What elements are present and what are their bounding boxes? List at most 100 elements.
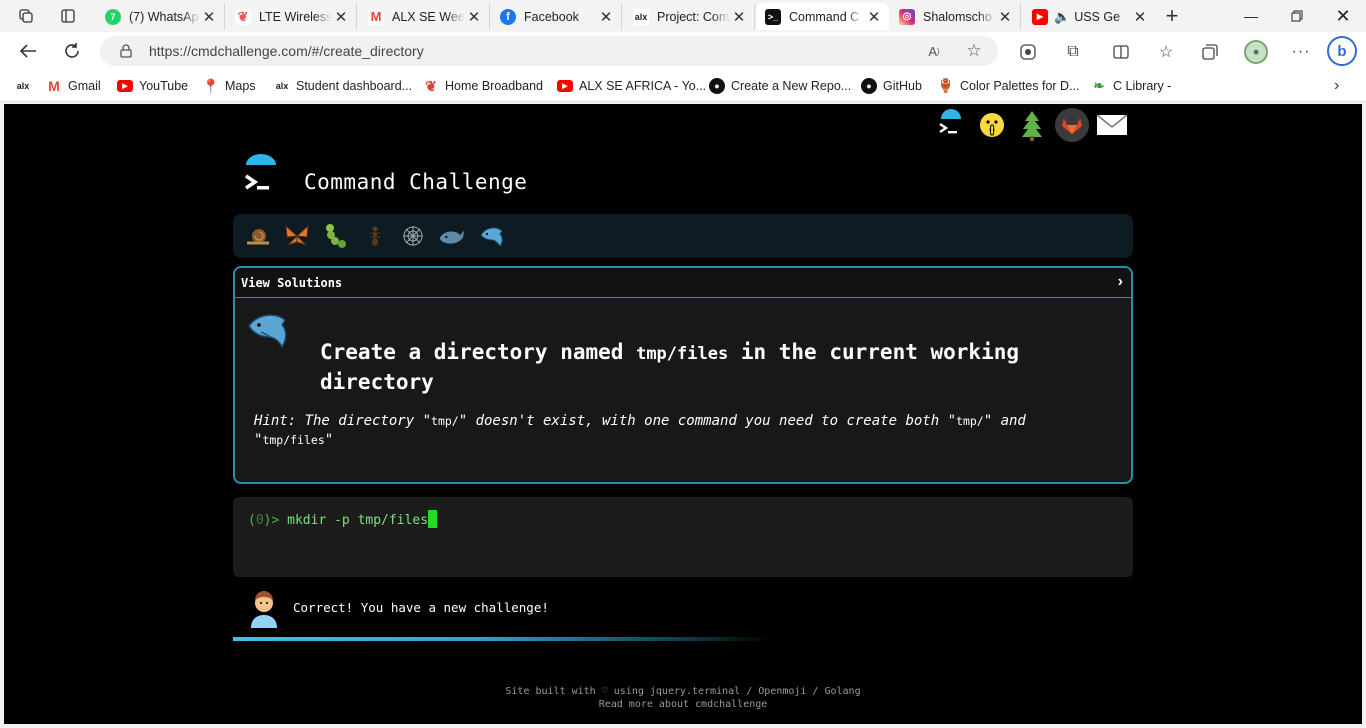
restore-icon[interactable] bbox=[1274, 0, 1320, 32]
close-icon[interactable]: ✕ bbox=[1131, 8, 1149, 26]
bookmark-home-broadband[interactable]: ❦ Home Broadband bbox=[423, 77, 543, 95]
bookmark-color-palettes[interactable]: 🏺 Color Palettes for D... bbox=[938, 77, 1080, 95]
terminal-input-line[interactable]: (0)> mkdir -p tmp/files bbox=[248, 510, 438, 528]
tab-strip: 7 (7) WhatsApp ✕ ❦ LTE Wireless ✕ M ALX … bbox=[0, 0, 1366, 32]
mail-icon[interactable] bbox=[1095, 108, 1129, 142]
challenge-hint: Hint: The directory "tmp/" doesn't exist… bbox=[254, 412, 1074, 450]
chevron-right-icon[interactable]: › bbox=[1118, 273, 1123, 291]
tab-command-challenge[interactable]: >_ Command C ✕ bbox=[757, 3, 889, 30]
snail-icon[interactable] bbox=[244, 222, 272, 250]
new-tab-icon[interactable]: + bbox=[1158, 3, 1186, 28]
tab-title: LTE Wireless bbox=[259, 9, 332, 24]
tab-whatsapp[interactable]: 7 (7) WhatsApp ✕ bbox=[97, 3, 225, 30]
bookmark-label: Maps bbox=[225, 79, 256, 93]
tab-alx-se-week[interactable]: M ALX SE Week ✕ bbox=[360, 3, 490, 30]
person-avatar bbox=[247, 588, 281, 628]
terminal-cursor bbox=[428, 510, 438, 528]
close-window-icon[interactable]: ✕ bbox=[1320, 0, 1366, 32]
close-icon[interactable]: ✕ bbox=[332, 8, 350, 26]
bookmark-gmail[interactable]: M Gmail bbox=[46, 77, 101, 95]
collections-icon[interactable] bbox=[1199, 41, 1221, 63]
profile-avatar[interactable]: ◉ bbox=[1244, 40, 1268, 64]
facebook-icon: f bbox=[500, 8, 516, 25]
workspaces-icon[interactable] bbox=[12, 4, 40, 28]
minimize-icon[interactable]: — bbox=[1228, 0, 1274, 32]
read-more-link[interactable]: Read more about cmdchallenge bbox=[599, 699, 768, 710]
close-icon[interactable]: ✕ bbox=[730, 8, 748, 26]
alx-icon: alx bbox=[633, 8, 649, 25]
tab-lte-wireless[interactable]: ❦ LTE Wireless ✕ bbox=[227, 3, 357, 30]
site-title: Command Challenge bbox=[304, 170, 528, 194]
bookmark-alx[interactable]: alx bbox=[15, 77, 37, 95]
ant-icon[interactable] bbox=[361, 222, 389, 250]
back-button[interactable] bbox=[13, 38, 43, 64]
challenge-progress-bar bbox=[233, 637, 773, 641]
dolphin-icon[interactable] bbox=[478, 222, 506, 250]
caterpillar-icon[interactable] bbox=[322, 222, 350, 250]
tab-title: Shalomscho bbox=[923, 9, 992, 24]
gitlab-icon[interactable] bbox=[1055, 108, 1089, 142]
close-icon[interactable]: ✕ bbox=[465, 8, 483, 26]
bookmark-label: ALX SE AFRICA - Yo... bbox=[579, 79, 707, 93]
prompt-close: )> bbox=[263, 513, 288, 528]
view-solutions-label: View Solutions bbox=[241, 276, 343, 290]
tab-title: USS Ge bbox=[1074, 9, 1121, 24]
speaker-icon[interactable]: 🔈 bbox=[1054, 9, 1070, 25]
bookmark-label: C Library - bbox=[1113, 79, 1172, 93]
terminal[interactable]: (0)> mkdir -p tmp/files bbox=[233, 497, 1133, 577]
close-icon[interactable]: ✕ bbox=[200, 8, 218, 26]
close-icon[interactable]: ✕ bbox=[597, 8, 615, 26]
tab-actions-icon[interactable] bbox=[54, 4, 82, 28]
tab-title: (7) WhatsApp bbox=[129, 9, 200, 24]
footer-credits: Site built with ♡ using jquery.terminal … bbox=[505, 686, 861, 697]
tab-uss-ge[interactable]: ▶ 🔈 USS Ge ✕ bbox=[1024, 3, 1155, 30]
bookmark-alx-se-africa[interactable]: ▶ ALX SE AFRICA - Yo... bbox=[557, 77, 706, 95]
web-icon[interactable] bbox=[399, 222, 427, 250]
bookmark-create-new-repo[interactable]: ● Create a New Repo... bbox=[709, 77, 851, 95]
close-icon[interactable]: ✕ bbox=[865, 8, 883, 26]
tab-shalomscho[interactable]: ◎ Shalomscho ✕ bbox=[891, 3, 1021, 30]
more-menu-icon[interactable]: ··· bbox=[1290, 41, 1312, 63]
url-text[interactable]: https://cmdchallenge.com/#/create_direct… bbox=[149, 43, 424, 59]
hint-text: " doesn't exist, with one command you ne… bbox=[458, 413, 957, 429]
split-screen-icon[interactable] bbox=[1110, 41, 1132, 63]
terminal-command[interactable]: mkdir -p tmp/files bbox=[287, 513, 428, 528]
cmdchallenge-page: Command Challenge View Solutions › Creat… bbox=[4, 104, 1362, 724]
address-bar[interactable]: https://cmdchallenge.com/#/create_direct… bbox=[100, 36, 998, 66]
extension-record-icon[interactable] bbox=[1017, 41, 1039, 63]
tab-facebook[interactable]: f Facebook ✕ bbox=[492, 3, 622, 30]
challenge-text: Create a directory named bbox=[320, 340, 637, 364]
hint-code: tmp/ bbox=[956, 414, 984, 428]
terminal-icon[interactable] bbox=[934, 108, 968, 142]
broadband-icon: ❦ bbox=[235, 8, 251, 25]
extensions-puzzle-icon[interactable]: ⧉ bbox=[1062, 41, 1084, 63]
refresh-button[interactable] bbox=[57, 38, 87, 64]
site-logo bbox=[237, 152, 285, 198]
tree-icon[interactable] bbox=[1015, 108, 1049, 142]
read-aloud-icon[interactable]: A) bbox=[924, 41, 944, 61]
lock-icon[interactable] bbox=[116, 41, 136, 61]
address-bar-row: https://cmdchallenge.com/#/create_direct… bbox=[0, 32, 1366, 70]
butterfly-icon[interactable] bbox=[283, 222, 311, 250]
whale-icon[interactable] bbox=[438, 222, 466, 250]
bookmark-maps[interactable]: 📍 Maps bbox=[202, 77, 256, 95]
broadband-icon: ❦ bbox=[425, 77, 437, 94]
close-icon[interactable]: ✕ bbox=[996, 8, 1014, 26]
bookmark-label: Student dashboard... bbox=[296, 79, 413, 93]
bookmark-youtube[interactable]: ▶ YouTube bbox=[117, 77, 188, 95]
bookmark-label: YouTube bbox=[139, 79, 189, 93]
bookmark-student-dashboard[interactable]: alx Student dashboard... bbox=[274, 77, 412, 95]
view-solutions-toggle[interactable]: View Solutions › bbox=[235, 268, 1131, 298]
favorites-icon[interactable]: ☆ bbox=[1155, 41, 1177, 63]
bing-copilot-icon[interactable]: b bbox=[1327, 36, 1357, 66]
bookmark-github[interactable]: ● GitHub bbox=[861, 77, 922, 95]
result-message: Correct! You have a new challenge! bbox=[293, 600, 549, 615]
bookmark-c-library[interactable]: ❧ C Library - bbox=[1091, 77, 1172, 95]
bookmark-label: GitHub bbox=[883, 79, 922, 93]
chevron-right-icon[interactable]: › bbox=[1334, 77, 1339, 95]
alx-icon: alx bbox=[275, 81, 289, 91]
prompt-exit-code: 0 bbox=[255, 513, 264, 528]
favorite-star-icon[interactable]: ☆ bbox=[964, 41, 984, 61]
shush-emoji-icon[interactable] bbox=[975, 108, 1009, 142]
tab-project-command[interactable]: alx Project: Com ✕ bbox=[625, 3, 755, 30]
